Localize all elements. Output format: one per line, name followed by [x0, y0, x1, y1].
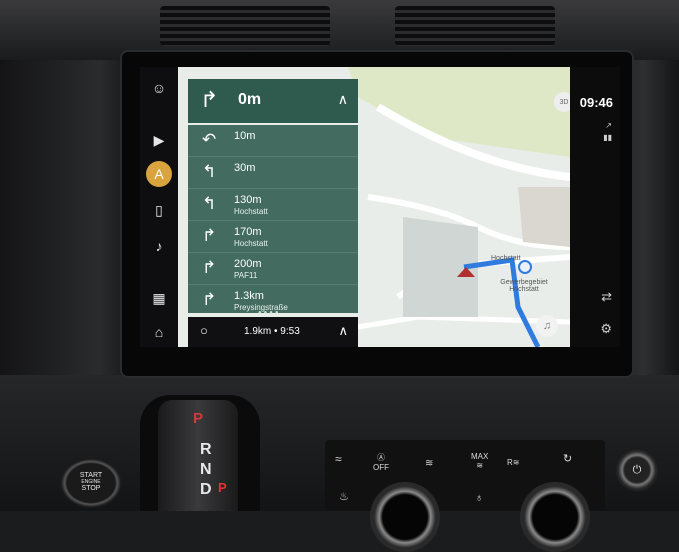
vent-knob-left[interactable]: [370, 482, 440, 552]
start-stop-button[interactable]: START ENGINE STOP: [60, 458, 122, 508]
turn-right-icon: ↱: [202, 290, 217, 309]
profile-icon[interactable]: ☺: [146, 75, 172, 101]
settings-gear-icon[interactable]: ⚙: [600, 321, 612, 337]
trip-summary-bar[interactable]: ○ 1.9km • 9:53 ∧: [188, 317, 358, 347]
turn-street: PAF11: [234, 271, 258, 280]
phone-icon[interactable]: ▯: [146, 197, 172, 223]
air-vent-right: [395, 6, 555, 46]
battery-icon: ▮▮: [603, 133, 612, 142]
left-app-rail: ☺ ▶ A ▯ ♪ ▦ ⌂: [140, 67, 178, 347]
turn-list: ↶ 10m ↰ 30m ↰ 130m Hochstatt ↱ 170m Hoch…: [188, 125, 358, 313]
map-label-gewerbegebiet: Gewerbegebiet Hochstatt: [500, 279, 548, 293]
auto-stop-off-button[interactable]: Ⓐ OFF: [373, 452, 389, 472]
air-vent-left: [160, 6, 330, 46]
front-defrost-icon[interactable]: ≋: [425, 458, 433, 469]
turn-distance: 170m: [234, 226, 262, 238]
right-status-rail: 09:46 ↗ ▮▮ ⇄ ⚙: [570, 67, 620, 347]
turn-street: Hochstatt: [234, 207, 268, 216]
turn-right-icon: ↱: [200, 87, 219, 112]
turn-item[interactable]: ↱ 200m PAF11: [188, 253, 358, 285]
gear-letters: R N D: [200, 441, 212, 498]
turn-distance: 200m: [234, 258, 262, 270]
turn-distance: 130m: [234, 194, 262, 206]
expand-chevron-icon[interactable]: ∧: [338, 323, 348, 339]
next-turn-distance: 0m: [238, 91, 262, 108]
seat-icon[interactable]: ♁: [475, 492, 483, 504]
apps-grid-icon[interactable]: ▦: [146, 285, 172, 311]
map-label-hochstatt: Hochstatt: [491, 255, 521, 262]
turn-street: Hochstatt: [234, 239, 268, 248]
trip-eta: 1.9km • 9:53: [244, 326, 300, 337]
turn-left-icon: ↰: [202, 162, 217, 181]
recirculation-icon[interactable]: ↻: [563, 452, 572, 465]
u-turn-icon: ↶: [202, 130, 217, 149]
seat-heat-icon[interactable]: ♨: [339, 490, 349, 503]
power-icon: ⏻: [632, 463, 642, 476]
turn-left-icon: ↰: [202, 194, 217, 213]
destination-pin-icon: ○: [200, 323, 208, 338]
music-icon[interactable]: ♪: [146, 233, 172, 259]
speaker-icon: ♫: [542, 320, 552, 332]
turn-item[interactable]: ↶ 10m: [188, 125, 358, 157]
next-turn-header[interactable]: ↱ 0m ∧: [188, 79, 358, 123]
gear-park-button[interactable]: P: [218, 480, 227, 495]
home-icon[interactable]: ⌂: [146, 319, 172, 345]
route-waypoint: [518, 260, 532, 274]
turn-item[interactable]: ↱ 170m Hochstatt: [188, 221, 358, 253]
turn-item[interactable]: ↰ 130m Hochstatt: [188, 189, 358, 221]
turn-right-icon: ↱: [202, 258, 217, 277]
collapse-chevron-icon[interactable]: ∧: [338, 91, 348, 108]
turn-item[interactable]: ↰ 30m: [188, 157, 358, 189]
mute-guidance-button[interactable]: ♫: [536, 315, 558, 337]
turn-right-icon: ↱: [202, 226, 217, 245]
signal-icon: ↗: [605, 121, 612, 130]
turn-distance: 30m: [234, 162, 256, 174]
fan-icon[interactable]: ≈: [335, 452, 342, 466]
vent-knob-right[interactable]: [520, 482, 590, 552]
max-defrost-button[interactable]: MAX ≋: [471, 452, 488, 470]
dash-panel-left: [0, 60, 125, 390]
clock: 09:46: [579, 95, 613, 110]
infotainment-screen: Hochstatt Gewerbegebiet Hochstatt ☺ ▶ A …: [140, 67, 620, 347]
rear-defrost-button[interactable]: R≋: [507, 458, 519, 467]
page-indicator-dots: ●●●●: [258, 310, 281, 316]
media-play-icon[interactable]: ▶: [146, 127, 172, 153]
turn-distance: 10m: [234, 130, 256, 142]
gear-park-indicator: P: [193, 410, 204, 427]
navigation-icon[interactable]: A: [146, 161, 172, 187]
turn-distance: 1.3km: [234, 290, 264, 302]
power-volume-knob[interactable]: ⏻: [615, 448, 659, 492]
screen-switch-icon[interactable]: ⇄: [601, 289, 612, 305]
